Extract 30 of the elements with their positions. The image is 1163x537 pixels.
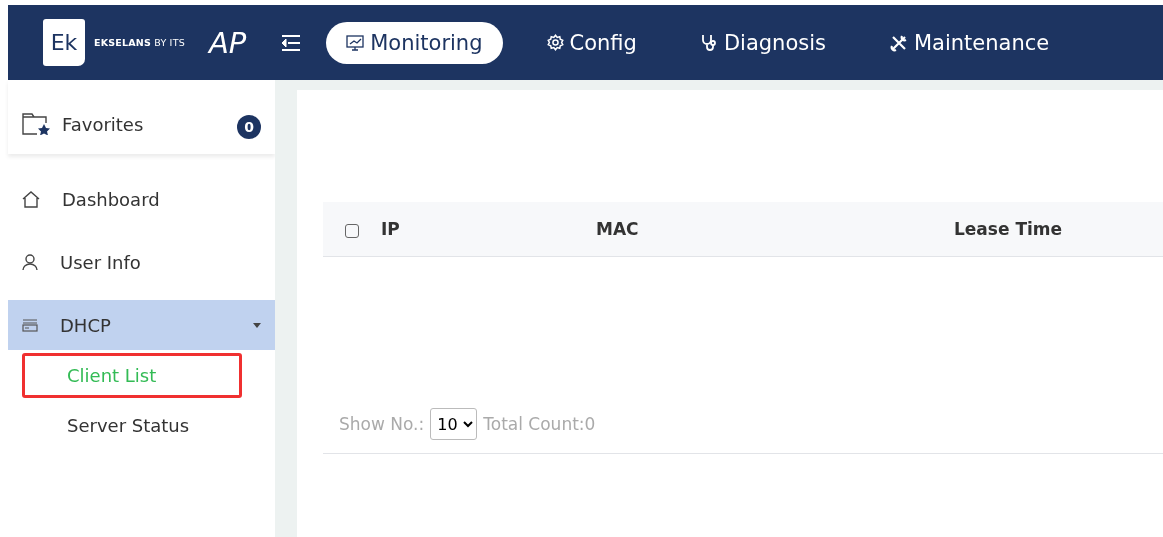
- total-count-label: Total Count:0: [483, 414, 596, 434]
- sidebar-item[interactable]: User Info: [8, 237, 275, 287]
- nav-tab[interactable]: Diagnosis: [680, 21, 846, 64]
- brand-name: EKSELANS BY ITS: [94, 37, 185, 48]
- server-icon: [22, 318, 38, 332]
- menu-collapse-icon[interactable]: [280, 33, 303, 52]
- logo-mark: Ek: [43, 19, 85, 66]
- column-header: MAC: [596, 219, 639, 239]
- user-icon: [22, 253, 38, 271]
- favorites-count-badge: 0: [237, 115, 261, 139]
- nav-tab[interactable]: Monitoring: [326, 21, 503, 64]
- select-all-checkbox[interactable]: [345, 224, 359, 238]
- home-icon: [22, 190, 40, 208]
- submenu-item[interactable]: Server Status: [22, 402, 242, 448]
- tools-icon: [890, 33, 908, 52]
- caret-down-icon: [253, 322, 261, 328]
- column-header: IP: [381, 219, 400, 239]
- stethoscope-icon: [700, 33, 718, 52]
- monitor-chart-icon: [346, 34, 365, 51]
- favorites-label[interactable]: Favorites: [62, 113, 237, 135]
- sidebar-item[interactable]: DHCP: [8, 300, 275, 350]
- nav-tab[interactable]: Config: [526, 21, 657, 64]
- folder-star-icon: [22, 113, 52, 135]
- nav-tab[interactable]: Maintenance: [870, 21, 1070, 64]
- gear-icon: [546, 34, 564, 51]
- sidebar-item[interactable]: Dashboard: [8, 174, 275, 224]
- page-size-select[interactable]: 10: [430, 408, 478, 440]
- product-name: AP: [208, 25, 247, 60]
- show-number-label: Show No.:: [339, 414, 425, 434]
- column-header: Lease Time: [954, 219, 1063, 239]
